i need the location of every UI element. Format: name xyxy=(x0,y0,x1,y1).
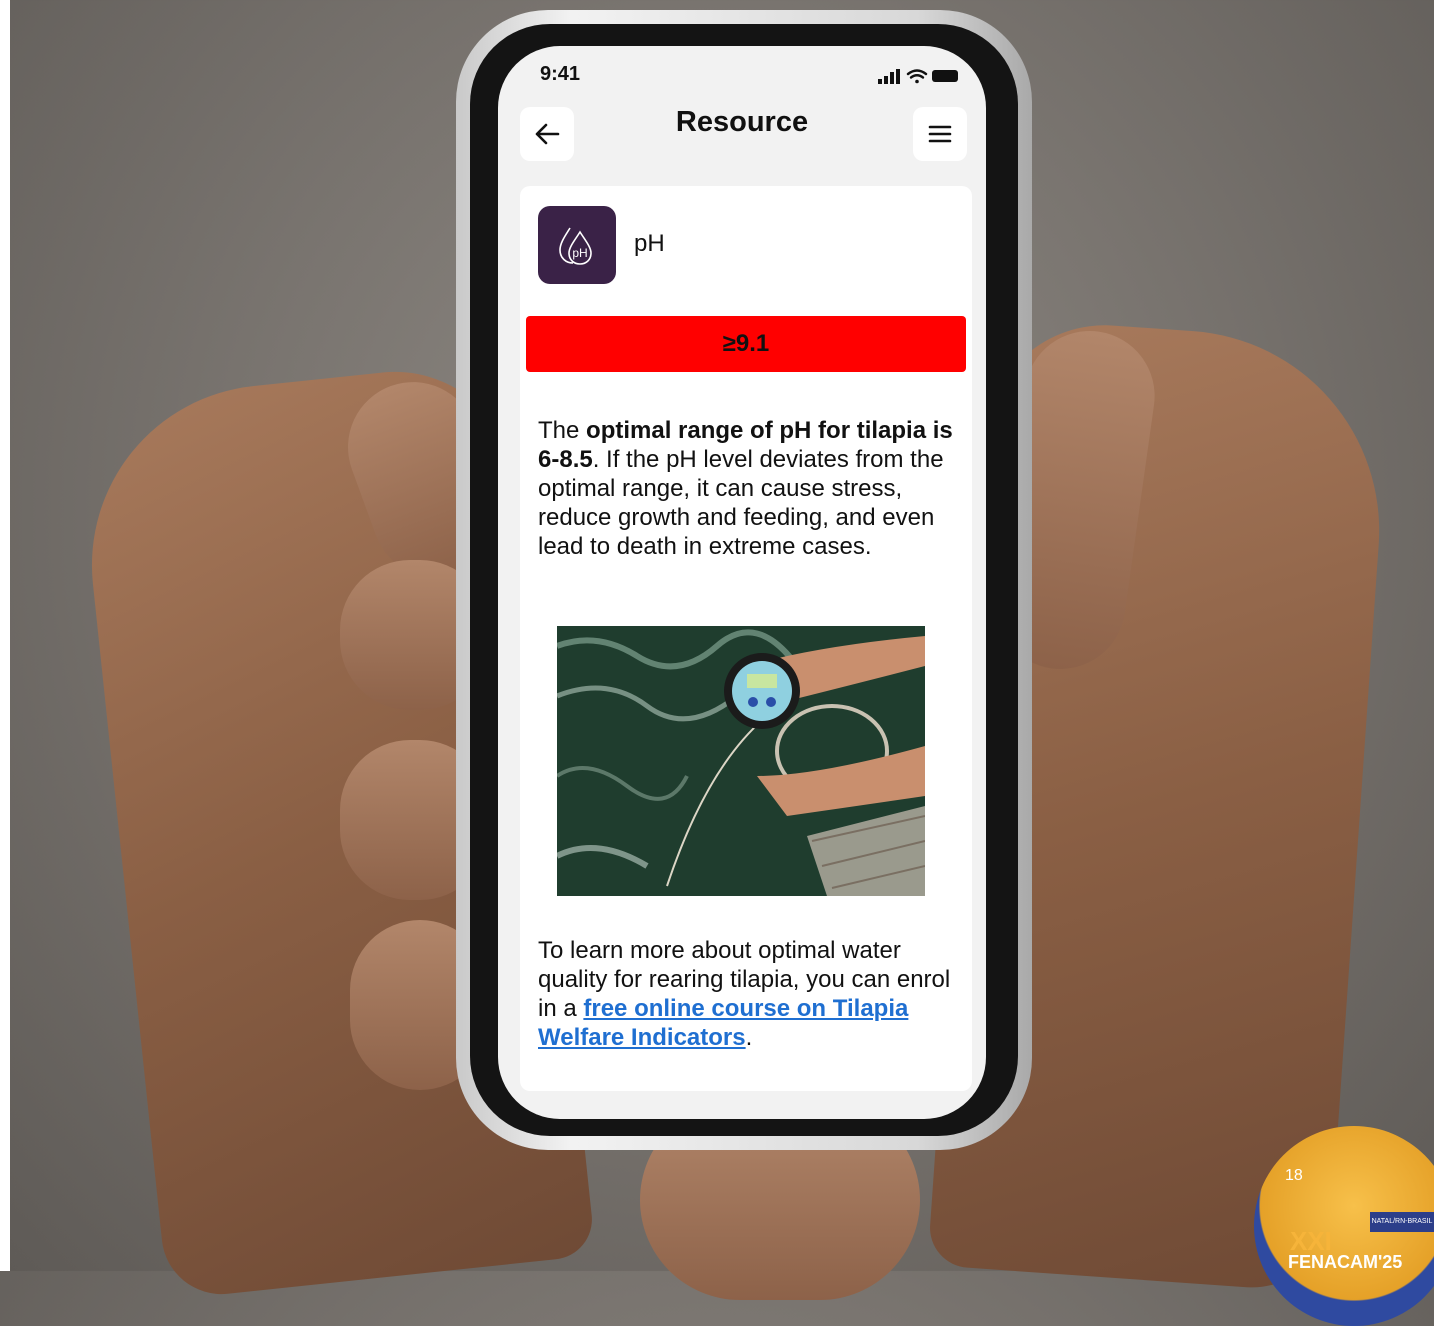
course-link[interactable]: free online course on Tilapia Welfare In… xyxy=(538,995,908,1051)
phone-screen: 9:41 Resource pH pH ≥9.1 The optimal ran… xyxy=(498,46,986,1119)
description-text: The optimal range of pH for tilapia is 6… xyxy=(538,417,953,560)
event-logo-text: FENACAM'25 xyxy=(1288,1252,1403,1272)
hamburger-menu-icon xyxy=(928,125,952,143)
arrow-left-icon xyxy=(535,123,560,145)
range-indicator: ≥9.1 xyxy=(526,316,966,372)
resource-card: pH pH ≥9.1 The optimal range of pH for t… xyxy=(520,186,972,1091)
signal-icon xyxy=(878,69,900,84)
ph-meter-photo xyxy=(557,626,925,896)
page-title: Resource xyxy=(675,106,809,138)
status-icons xyxy=(878,69,958,84)
course-text: To learn more about optimal water qualit… xyxy=(538,937,951,1051)
status-time: 9:41 xyxy=(540,63,581,85)
wifi-icon xyxy=(906,69,928,84)
ph-drop-icon: pH xyxy=(538,206,616,284)
svg-text:pH: pH xyxy=(572,246,587,260)
battery-icon xyxy=(932,70,958,82)
event-logo-strip: NATAL/RN-BRASIL xyxy=(1370,1212,1434,1232)
back-button[interactable] xyxy=(520,107,574,161)
slide-number: 18 xyxy=(1285,1167,1303,1184)
menu-button[interactable] xyxy=(913,107,967,161)
left-edge-strip xyxy=(0,0,10,1271)
parameter-label: pH xyxy=(634,230,665,257)
